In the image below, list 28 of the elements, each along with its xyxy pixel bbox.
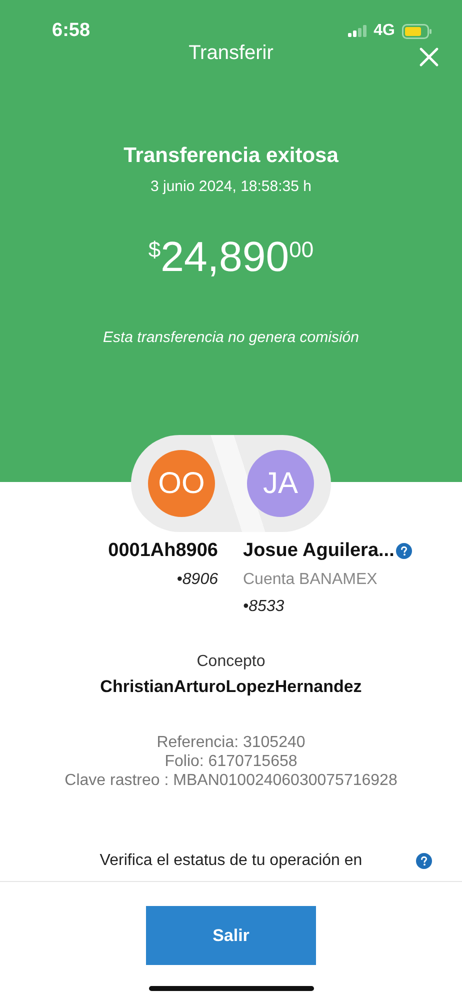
battery-icon bbox=[402, 24, 432, 38]
account-number: •8906 bbox=[176, 571, 218, 589]
signal-icon bbox=[348, 25, 367, 37]
commission-note: Esta transferencia no genera comisión bbox=[103, 329, 359, 346]
help-icon[interactable] bbox=[416, 853, 432, 869]
screen-title: Transferir bbox=[188, 42, 274, 65]
network-label: 4G bbox=[374, 22, 395, 40]
bank-name: Cuenta BANAMEX bbox=[243, 571, 378, 589]
status-time: 6:58 bbox=[52, 20, 90, 42]
detail-text: Clave rastreo : MBAN01002406030075716928 bbox=[64, 772, 398, 790]
verify-text: Verifica el estatus de tu operación en bbox=[100, 852, 362, 869]
concept-value: ChristianArturoLopezHernandez bbox=[99, 677, 363, 697]
avatar: JA bbox=[247, 450, 314, 517]
amount-value: 24,890 bbox=[160, 233, 290, 281]
detail-text: Referencia: 3105240 bbox=[156, 734, 306, 752]
detail-text: Folio: 6170715658 bbox=[164, 753, 298, 771]
account-name: 0001Ah8906 bbox=[108, 540, 218, 562]
exit-button[interactable]: Salir bbox=[146, 906, 316, 965]
success-heading: Transferencia exitosa bbox=[124, 144, 338, 168]
transfer-date: 3 junio 2024, 18:58:35 h bbox=[150, 178, 312, 195]
currency-symbol: $ bbox=[148, 237, 161, 263]
close-icon[interactable] bbox=[419, 47, 439, 67]
account-name: Josue Aguilera... bbox=[243, 540, 394, 562]
amount-cents: 00 bbox=[289, 237, 314, 263]
account-number: •8533 bbox=[243, 598, 286, 616]
help-icon[interactable] bbox=[396, 543, 412, 559]
avatar: OO bbox=[148, 450, 215, 517]
concept-label: Concepto bbox=[196, 653, 266, 671]
